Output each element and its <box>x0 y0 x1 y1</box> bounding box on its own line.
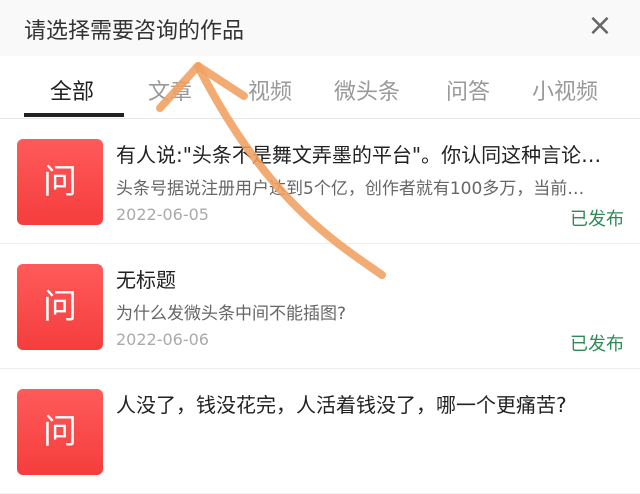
question-icon: 问 <box>43 412 77 452</box>
tab-videos[interactable]: 视频 <box>248 74 292 106</box>
work-selection-sheet: 请选择需要咨询的作品 × 全部 文章 视频 微头条 问答 小视频 问 有人说:"… <box>0 0 640 494</box>
tab-all[interactable]: 全部 <box>50 74 94 106</box>
tab-micro-headlines[interactable]: 微头条 <box>334 74 400 106</box>
thumbnail: 问 <box>17 139 103 225</box>
item-title: 人没了，钱没花完，人活着钱没了，哪一个更痛苦? <box>116 393 567 417</box>
sheet-header: 请选择需要咨询的作品 × <box>0 0 640 56</box>
thumbnail: 问 <box>17 389 103 475</box>
item-description: 头条号据说注册用户达到5个亿，创作者就有100多万，当前… <box>116 179 585 199</box>
item-date: 2022-06-06 <box>116 330 209 349</box>
item-title: 有人说:"头条不是舞文弄墨的平台"。你认同这种言论吗？ <box>116 143 616 167</box>
thumbnail: 问 <box>17 264 103 350</box>
close-icon[interactable]: × <box>586 11 614 41</box>
question-icon: 问 <box>43 162 77 202</box>
list-item[interactable]: 问 人没了，钱没花完，人活着钱没了，哪一个更痛苦? <box>0 369 640 494</box>
status-badge: 已发布 <box>570 209 624 230</box>
item-date: 2022-06-05 <box>116 205 209 224</box>
sheet-title: 请选择需要咨询的作品 <box>24 19 245 44</box>
tab-articles[interactable]: 文章 <box>148 74 192 106</box>
list-item[interactable]: 问 无标题 为什么发微头条中间不能插图? 2022-06-06 已发布 <box>0 244 640 369</box>
active-tab-indicator <box>24 113 124 117</box>
tab-qa[interactable]: 问答 <box>446 74 490 106</box>
item-title: 无标题 <box>116 268 176 292</box>
status-badge: 已发布 <box>570 334 624 355</box>
tab-short-videos[interactable]: 小视频 <box>532 74 598 106</box>
tab-bar: 全部 文章 视频 微头条 问答 小视频 <box>0 56 640 119</box>
question-icon: 问 <box>43 287 77 327</box>
list-item[interactable]: 问 有人说:"头条不是舞文弄墨的平台"。你认同这种言论吗？ 头条号据说注册用户达… <box>0 119 640 244</box>
item-description: 为什么发微头条中间不能插图? <box>116 304 347 324</box>
